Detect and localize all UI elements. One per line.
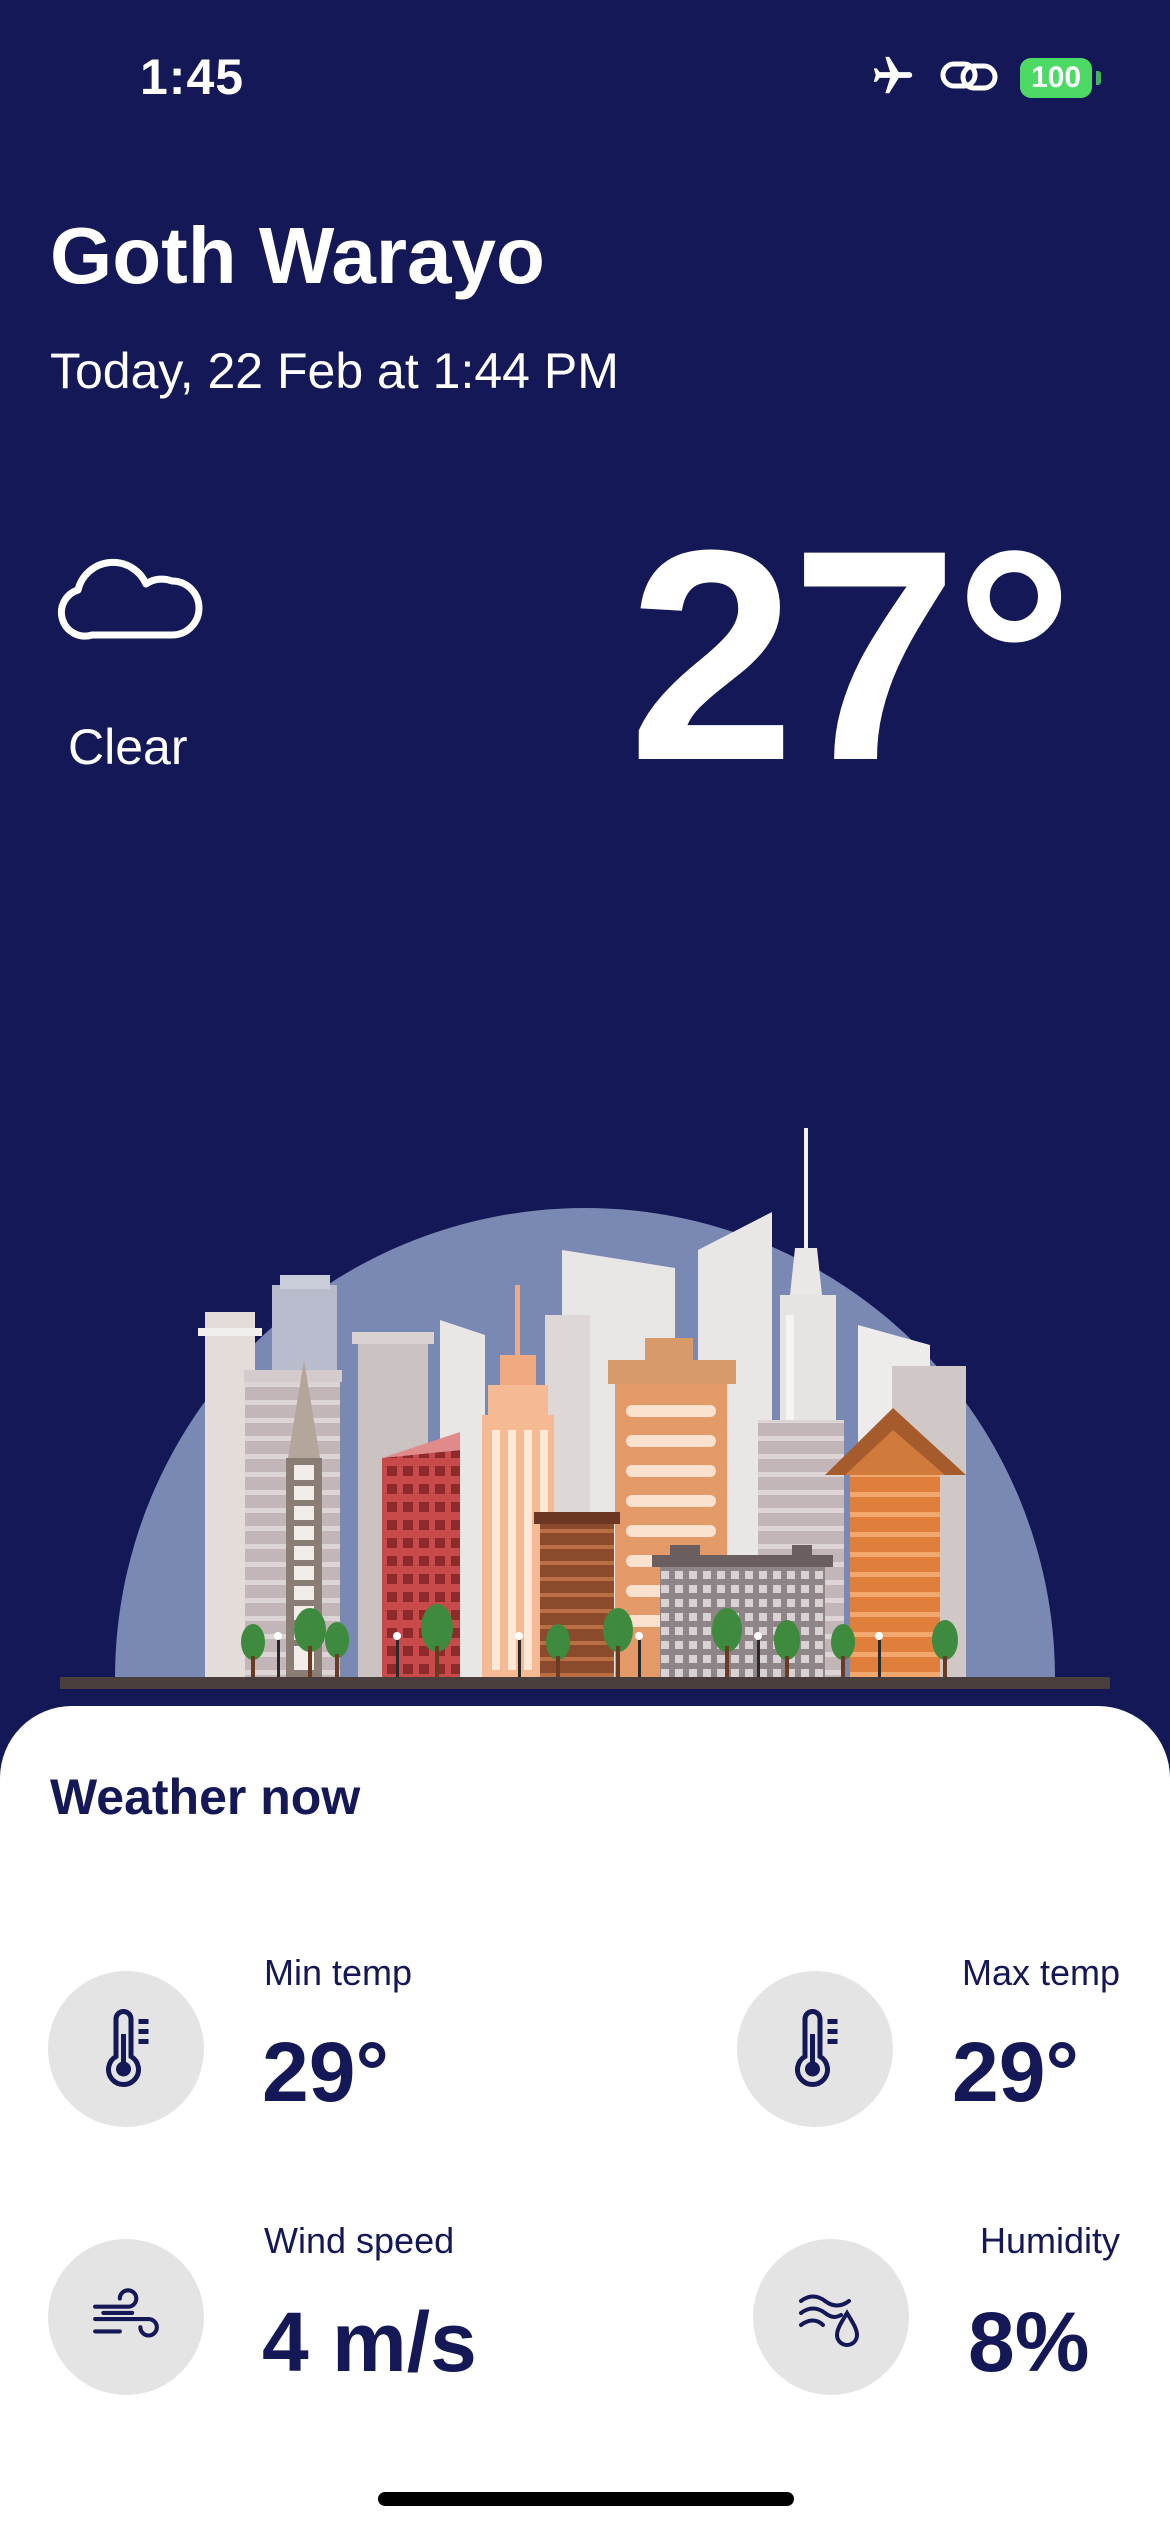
city-name: Goth Warayo bbox=[50, 211, 545, 300]
max-temp-value: 29° bbox=[952, 2025, 1080, 2119]
city-skyline-illustration bbox=[0, 1120, 1170, 1700]
humidity-icon bbox=[753, 2239, 909, 2395]
home-indicator[interactable] bbox=[378, 2492, 794, 2506]
battery-icon: 100 bbox=[1020, 58, 1101, 98]
status-icons: 100 bbox=[868, 48, 1101, 108]
link-icon bbox=[940, 56, 998, 101]
wind-speed-label: Wind speed bbox=[264, 2220, 455, 2261]
current-temperature: 27° bbox=[628, 487, 1074, 823]
wind-speed-value: 4 m/s bbox=[262, 2295, 477, 2389]
thermometer-icon bbox=[737, 1971, 893, 2127]
cloud-icon bbox=[54, 540, 204, 650]
humidity-value: 8% bbox=[968, 2295, 1090, 2389]
humidity-label: Humidity bbox=[979, 2220, 1120, 2261]
max-temp-label: Max temp bbox=[961, 1952, 1120, 1993]
min-temp-label: Min temp bbox=[264, 1952, 413, 1993]
weather-now-card: Weather now Min temp 29° Max temp 29° Wi… bbox=[0, 1706, 1170, 2532]
wind-icon bbox=[48, 2239, 204, 2395]
min-temp-value: 29° bbox=[262, 2025, 390, 2119]
status-time: 1:45 bbox=[140, 49, 245, 105]
airplane-icon bbox=[868, 53, 918, 104]
weather-now-title: Weather now bbox=[50, 1769, 361, 1825]
status-bar: 1:45 100 bbox=[0, 0, 1170, 150]
thermometer-icon bbox=[48, 1971, 204, 2127]
date-time: Today, 22 Feb at 1:44 PM bbox=[50, 343, 619, 399]
condition-label: Clear bbox=[68, 719, 188, 775]
